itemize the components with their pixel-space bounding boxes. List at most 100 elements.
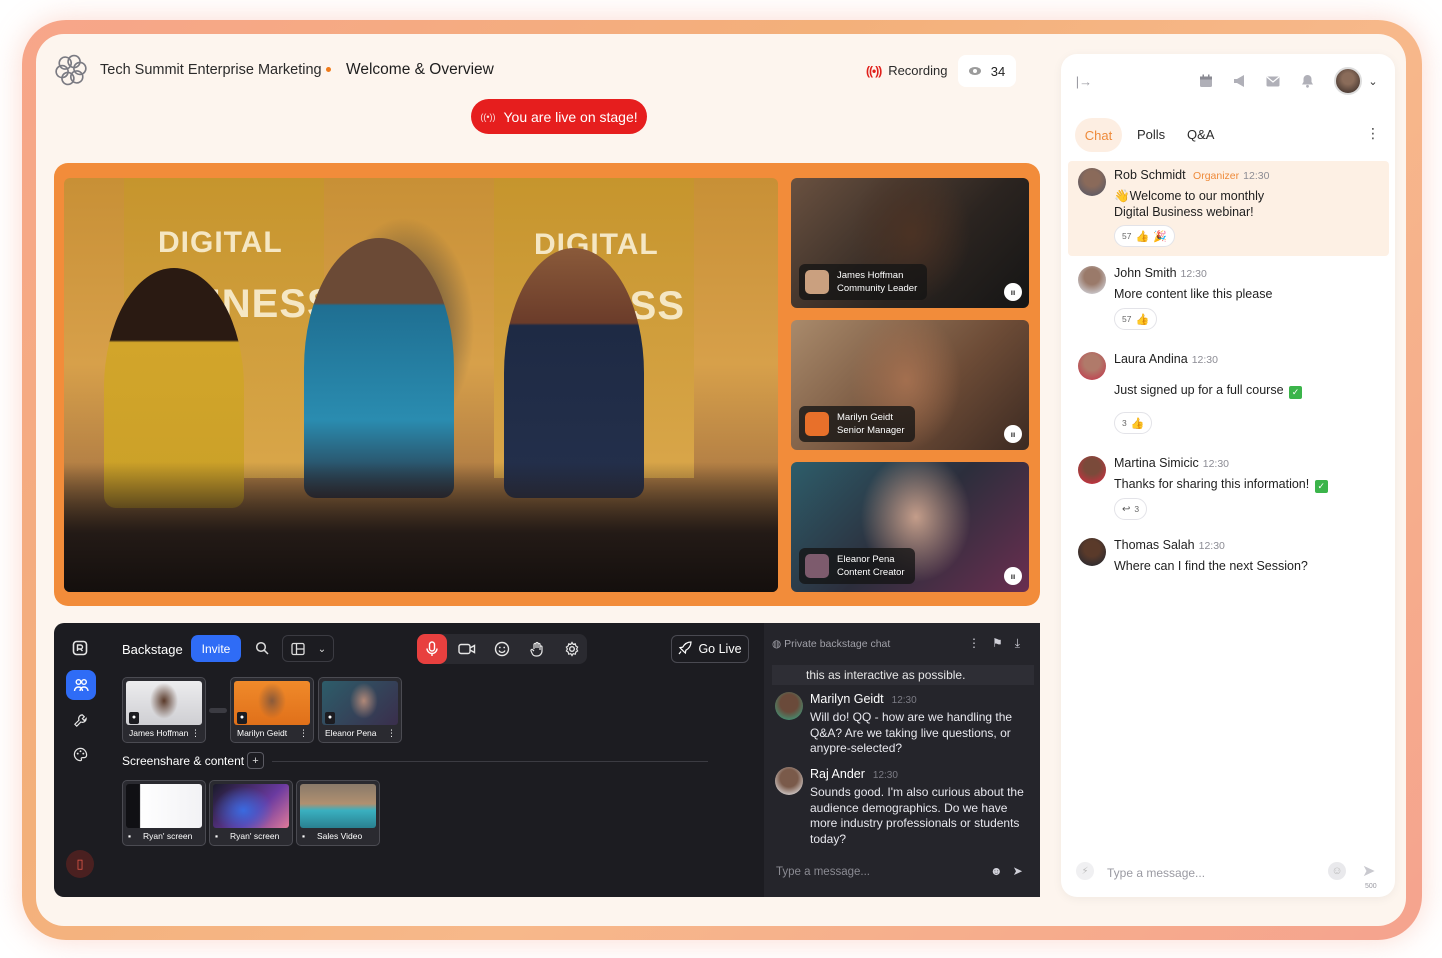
people-icon[interactable]: [66, 670, 96, 700]
chevron-down-icon[interactable]: ⌄: [1367, 74, 1379, 88]
add-content-button[interactable]: +: [247, 752, 264, 769]
tab-qa[interactable]: Q&A: [1187, 127, 1214, 142]
megaphone-icon[interactable]: [1232, 73, 1248, 89]
speaker-tile[interactable]: James Hoffman Community Leader ıı: [791, 178, 1029, 308]
collapse-panel-icon[interactable]: |→: [1075, 73, 1093, 89]
raise-hand-button[interactable]: [522, 634, 552, 664]
backstage-input-actions: ☻ ➤: [990, 864, 1023, 878]
more-options-icon[interactable]: ⋮: [968, 636, 980, 651]
speaker-role: Content Creator: [837, 567, 905, 578]
audio-level-icon[interactable]: ıı: [1004, 425, 1022, 443]
avatar: [1078, 456, 1106, 484]
reaction-count: 3: [1122, 418, 1127, 428]
organizer-badge: Organizer: [1193, 170, 1240, 182]
audio-level-icon[interactable]: ıı: [1004, 283, 1022, 301]
more-options-icon[interactable]: ⋮: [191, 728, 200, 739]
palette-icon[interactable]: [68, 742, 92, 766]
reactions-button[interactable]: [487, 634, 517, 664]
main-video-feed[interactable]: DIGITAL SINESS DIGITAL INESS: [64, 178, 778, 592]
send-icon[interactable]: ➤: [1362, 861, 1375, 881]
message-author: Rob Schmidt: [1114, 168, 1186, 182]
emoji-icon[interactable]: ☺: [1328, 862, 1346, 880]
content-name: Ryan' screen: [230, 831, 280, 841]
exit-door-icon[interactable]: ▯: [66, 850, 94, 878]
layout-selector[interactable]: ⌄: [282, 635, 334, 662]
previous-message-text: this as interactive as possible.: [772, 665, 1034, 685]
message-text: Digital Business webinar!: [1114, 205, 1254, 219]
content-thumbnail[interactable]: Sales Video ▪: [296, 780, 380, 846]
speaker-name: Eleanor Pena: [837, 554, 895, 565]
message-author: John Smith: [1114, 266, 1177, 280]
wrench-icon[interactable]: [68, 708, 92, 732]
settings-gear-button[interactable]: [557, 634, 587, 664]
content-thumbnail[interactable]: Ryan' screen ▪: [122, 780, 206, 846]
avatar: [775, 767, 803, 795]
avatar: [805, 554, 829, 578]
microphone-button[interactable]: [417, 634, 447, 664]
message-time: 12:30: [872, 770, 898, 781]
avatar: [1078, 168, 1106, 196]
tab-polls[interactable]: Polls: [1137, 127, 1165, 142]
mic-icon: ●: [237, 712, 247, 724]
download-icon[interactable]: ⤓: [1015, 636, 1020, 651]
message-author: Thomas Salah: [1114, 538, 1195, 552]
bell-icon[interactable]: [1299, 73, 1315, 89]
flag-icon[interactable]: ⚑: [992, 636, 1003, 651]
character-limit: 500: [1365, 883, 1377, 890]
speaker-tile[interactable]: Eleanor Pena Content Creator ıı: [791, 462, 1029, 592]
content-thumbnail[interactable]: Ryan' screen ▪: [209, 780, 293, 846]
camera-button[interactable]: [452, 634, 482, 664]
calendar-icon[interactable]: [1198, 73, 1214, 89]
chat-message-input[interactable]: Type a message...: [1107, 866, 1205, 880]
participant-thumbnail[interactable]: ● Marilyn Geidt ⋮: [230, 677, 314, 743]
message-text: More content like this please: [1114, 287, 1273, 301]
content-name: Sales Video: [317, 831, 363, 841]
viewer-count-badge[interactable]: 34: [958, 55, 1016, 87]
participant-thumbnail[interactable]: ● James Hoffman ⋮: [122, 677, 206, 743]
speaker-figure: [304, 238, 454, 498]
invite-button[interactable]: Invite: [191, 635, 241, 662]
emoji-icon[interactable]: ☻: [990, 864, 1003, 878]
user-avatar[interactable]: [1334, 67, 1362, 95]
reaction-badge[interactable]: 57 👍: [1114, 308, 1158, 330]
recording-indicator[interactable]: ((•)) Recording: [866, 63, 947, 78]
screen-icon: ▪: [128, 831, 132, 841]
reply-icon: ↩: [1122, 503, 1131, 515]
more-options-icon[interactable]: ⋮: [387, 728, 396, 739]
message-text: Just signed up for a full course: [1114, 383, 1284, 397]
message-text: Where can I find the next Session?: [1114, 559, 1308, 573]
check-mark-icon: ✓: [1314, 480, 1328, 493]
message-time: 12:30: [1243, 170, 1270, 182]
message-text: Sounds good. I'm also curious about the …: [810, 785, 1024, 846]
more-options-icon[interactable]: ⋮: [1366, 125, 1380, 142]
event-title: Tech Summit Enterprise Marketing: [100, 62, 322, 78]
send-icon[interactable]: ➤: [1013, 864, 1023, 878]
audience-silhouettes: [64, 462, 778, 592]
backstage-message-input[interactable]: Type a message...: [776, 866, 870, 878]
speaker-tile[interactable]: Marilyn Geidt Senior Manager ıı: [791, 320, 1029, 450]
eye-icon: [968, 67, 981, 75]
reaction-badge[interactable]: 57 👍 🎉: [1114, 225, 1175, 247]
reaction-badge[interactable]: 3 👍: [1114, 412, 1153, 434]
audio-level-icon[interactable]: ıı: [1004, 567, 1022, 585]
go-live-button[interactable]: Go Live: [671, 635, 749, 663]
app-icon[interactable]: [68, 636, 92, 660]
speaker-name-card: Marilyn Geidt Senior Manager: [799, 406, 915, 442]
more-options-icon[interactable]: ⋮: [299, 728, 308, 739]
tab-chat[interactable]: Chat: [1075, 118, 1122, 152]
mail-icon[interactable]: [1265, 73, 1281, 89]
participant-thumbnail[interactable]: ● Eleanor Pena ⋮: [318, 677, 402, 743]
backstage-title: Backstage: [122, 642, 183, 657]
participant-name: Eleanor Pena: [325, 728, 377, 738]
speaker-name: James Hoffman: [837, 270, 904, 281]
reply-badge[interactable]: ↩ 3: [1114, 498, 1148, 520]
search-icon[interactable]: [254, 640, 270, 656]
avatar: [1078, 538, 1106, 566]
message-time: 12:30: [891, 695, 917, 706]
screenshare-section-title: Screenshare & content: [122, 754, 245, 768]
mic-icon: ●: [129, 712, 139, 724]
check-mark-icon: ✓: [1289, 386, 1303, 399]
speaker-name-card: James Hoffman Community Leader: [799, 264, 928, 300]
lightning-icon[interactable]: ⚡: [1076, 862, 1094, 880]
recording-icon: ((•)): [866, 63, 882, 78]
